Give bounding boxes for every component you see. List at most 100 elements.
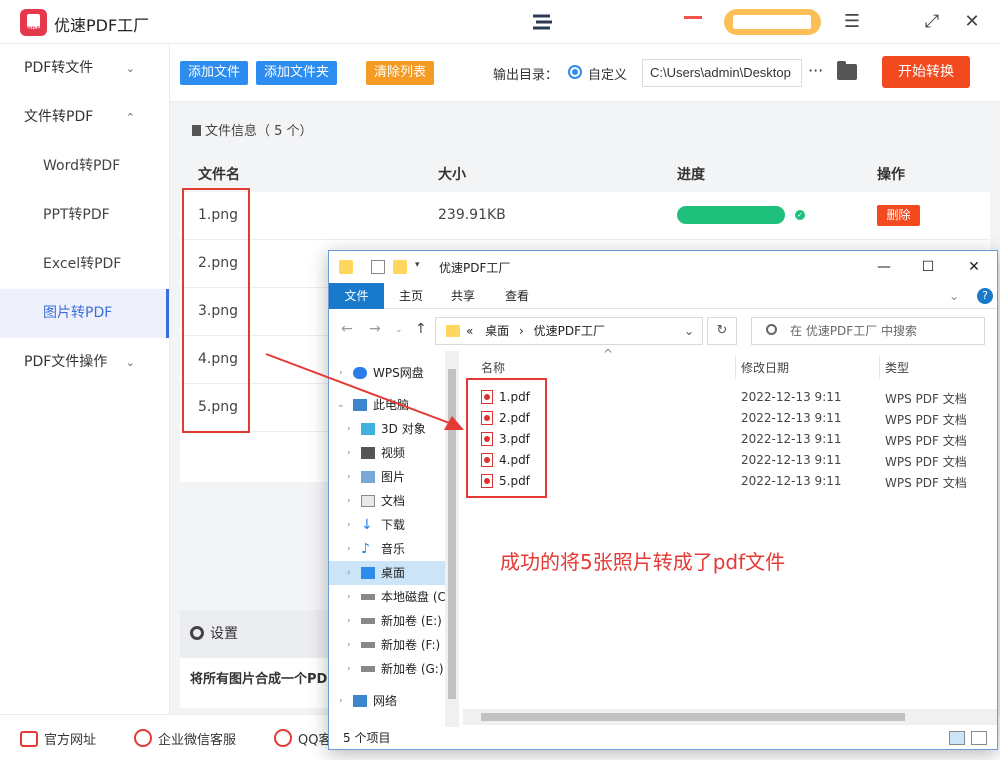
- sidebar-item-image-to-pdf[interactable]: 图片转PDF: [0, 289, 169, 338]
- download-icon: ↓: [361, 517, 373, 533]
- tab-file[interactable]: 文件: [329, 283, 384, 309]
- tab-view[interactable]: 查看: [495, 283, 539, 309]
- table-header: 文件名 大小 进度 操作: [180, 152, 990, 192]
- refresh-icon[interactable]: ↻: [707, 317, 737, 345]
- sidebar-item-pdf-to-file[interactable]: PDF转文件 ⌄: [0, 44, 169, 93]
- search-input[interactable]: 在 优速PDF工厂 中搜索: [751, 317, 985, 345]
- breadcrumb-current[interactable]: 优速PDF工厂: [534, 324, 605, 338]
- nav-item-this-pc[interactable]: ⌄ 此电脑: [329, 393, 447, 417]
- nav-item-desktop[interactable]: › 桌面: [329, 561, 447, 585]
- list-item[interactable]: 1.pdf 2022-12-13 9:11 WPS PDF 文档: [477, 387, 987, 408]
- add-file-button[interactable]: 添加文件: [180, 61, 249, 85]
- maximize-icon[interactable]: ⤢: [920, 10, 944, 34]
- nav-item-wps-drive[interactable]: › WPS网盘: [329, 361, 447, 385]
- nav-item-music[interactable]: › ♪ 音乐: [329, 537, 447, 561]
- nav-label: 视频: [381, 446, 406, 460]
- recent-dropdown-icon[interactable]: ⌄: [395, 325, 403, 335]
- col-header-type[interactable]: 类型: [885, 359, 909, 376]
- file-type: WPS PDF 文档: [885, 413, 967, 427]
- nav-label: 3D 对象: [381, 422, 426, 436]
- ribbon-expand-icon[interactable]: ⌄: [949, 283, 959, 309]
- chevron-down-icon: ⌄: [125, 356, 135, 369]
- nav-label: 文档: [381, 494, 406, 508]
- sidebar-item-pdf-operations[interactable]: PDF文件操作 ⌄: [0, 338, 169, 387]
- horizontal-scrollbar[interactable]: [463, 709, 997, 725]
- list-item[interactable]: 5.pdf 2022-12-13 9:11 WPS PDF 文档: [477, 471, 987, 492]
- maximize-icon[interactable]: ☐: [913, 255, 943, 279]
- nav-item-drive-f[interactable]: › 新加卷 (F:): [329, 633, 447, 657]
- wechat-service-link[interactable]: 企业微信客服: [134, 729, 236, 748]
- address-dropdown-icon[interactable]: ⌄: [684, 318, 694, 344]
- close-icon[interactable]: ✕: [959, 255, 989, 279]
- properties-icon[interactable]: [371, 260, 385, 274]
- add-folder-button[interactable]: 添加文件夹: [256, 61, 338, 85]
- tab-share[interactable]: 共享: [441, 283, 485, 309]
- sidebar-item-ppt-to-pdf[interactable]: PPT转PDF: [0, 191, 169, 240]
- file-date: 2022-12-13 9:11: [741, 390, 842, 404]
- more-options-button[interactable]: ···: [808, 61, 823, 80]
- table-row[interactable]: 1.png 239.91KB ✓ 删除: [180, 192, 990, 240]
- minimize-icon[interactable]: —: [869, 255, 899, 279]
- col-header-action: 操作: [877, 167, 905, 183]
- delete-button[interactable]: 删除: [877, 205, 920, 226]
- help-icon[interactable]: ?: [977, 288, 993, 304]
- col-header-name[interactable]: 名称: [481, 359, 505, 376]
- app-logo-icon: [20, 9, 47, 36]
- user-account-badge[interactable]: [724, 9, 821, 35]
- col-header-date[interactable]: 修改日期: [741, 359, 789, 376]
- column-divider[interactable]: [879, 355, 880, 379]
- nav-label: 网络: [373, 694, 398, 708]
- nav-item-pictures[interactable]: › 图片: [329, 465, 447, 489]
- check-icon: ✓: [795, 210, 805, 220]
- nav-item-drive-e[interactable]: › 新加卷 (E:): [329, 609, 447, 633]
- list-item[interactable]: 4.pdf 2022-12-13 9:11 WPS PDF 文档: [477, 450, 987, 471]
- details-view-icon[interactable]: [949, 731, 965, 745]
- column-divider[interactable]: [735, 355, 736, 379]
- sidebar-item-excel-to-pdf[interactable]: Excel转PDF: [0, 240, 169, 289]
- ribbon: 文件 主页 共享 查看 ⌄ ?: [329, 283, 997, 309]
- large-icons-view-icon[interactable]: [971, 731, 987, 745]
- file-info-header: 文件信息（ 5 个）: [180, 112, 990, 152]
- sidebar-item-word-to-pdf[interactable]: Word转PDF: [0, 142, 169, 191]
- start-convert-button[interactable]: 开始转换: [882, 56, 970, 88]
- website-link[interactable]: 官方网址: [20, 729, 96, 748]
- nav-item-drive-c[interactable]: ›本地磁盘 (C:): [329, 585, 447, 609]
- sidebar-item-file-to-pdf[interactable]: 文件转PDF ⌃: [0, 93, 169, 142]
- breadcrumb-desktop[interactable]: 桌面: [485, 324, 509, 338]
- address-field[interactable]: « 桌面 › 优速PDF工厂 ⌄: [435, 317, 703, 345]
- music-icon: ♪: [361, 541, 370, 557]
- nav-item-documents[interactable]: › 文档: [329, 489, 447, 513]
- nav-item-network[interactable]: › 网络: [329, 689, 447, 713]
- file-explorer-window: ▾ 优速PDF工厂 — ☐ ✕ 文件 主页 共享 查看 ⌄ ? ← → ⌄ ↑ …: [328, 250, 998, 750]
- output-dir-label: 输出目录：: [493, 68, 559, 83]
- dropdown-icon[interactable]: ▾: [415, 260, 429, 274]
- new-folder-icon[interactable]: [393, 260, 407, 274]
- custom-radio[interactable]: [568, 65, 582, 79]
- list-item[interactable]: 2.pdf 2022-12-13 9:11 WPS PDF 文档: [477, 408, 987, 429]
- picture-icon: [361, 471, 375, 483]
- folder-icon[interactable]: [837, 61, 857, 80]
- nav-item-videos[interactable]: › 视频: [329, 441, 447, 465]
- close-icon[interactable]: ✕: [960, 10, 984, 34]
- file-date: 2022-12-13 9:11: [741, 474, 842, 488]
- clear-list-button[interactable]: 清除列表: [366, 61, 435, 85]
- file-type: WPS PDF 文档: [885, 392, 967, 406]
- nav-item-downloads[interactable]: › ↓ 下载: [329, 513, 447, 537]
- menu-icon[interactable]: ☰: [840, 10, 864, 34]
- back-icon[interactable]: ←: [341, 321, 353, 337]
- tab-home[interactable]: 主页: [389, 283, 433, 309]
- nav-label: 桌面: [381, 566, 406, 580]
- file-date: 2022-12-13 9:11: [741, 432, 842, 446]
- search-icon: [766, 324, 777, 335]
- nav-item-3d-objects[interactable]: › 3D 对象: [329, 417, 447, 441]
- forward-icon[interactable]: →: [369, 321, 381, 337]
- nav-item-drive-g[interactable]: › 新加卷 (G:): [329, 657, 447, 681]
- nav-scrollbar[interactable]: [445, 351, 459, 727]
- output-path-field[interactable]: C:\Users\admin\Desktop: [642, 59, 802, 87]
- sidebar: PDF转文件 ⌄ 文件转PDF ⌃ Word转PDF PPT转PDF Excel…: [0, 44, 170, 714]
- breadcrumb-overflow[interactable]: «: [466, 324, 473, 338]
- notification-icon[interactable]: [684, 16, 702, 26]
- list-item[interactable]: 3.pdf 2022-12-13 9:11 WPS PDF 文档: [477, 429, 987, 450]
- pdf-highlight-box: [466, 378, 547, 498]
- up-icon[interactable]: ↑: [415, 321, 427, 337]
